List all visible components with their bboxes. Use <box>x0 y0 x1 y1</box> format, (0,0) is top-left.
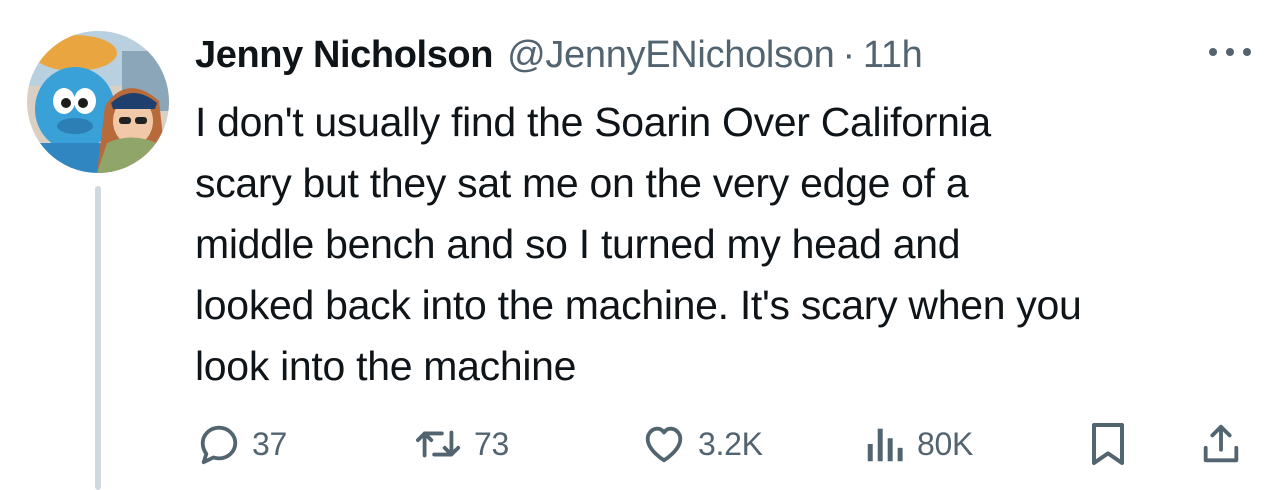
retweet-icon <box>415 430 461 458</box>
like-count: 3.2K <box>698 425 763 462</box>
views-button[interactable]: 80K <box>863 416 973 472</box>
tweet-text: I don't usually find the Soarin Over Cal… <box>195 99 1082 389</box>
share-icon <box>1203 424 1239 463</box>
author-name[interactable]: Jenny Nicholson <box>195 30 493 80</box>
bookmark-button[interactable] <box>1088 416 1128 472</box>
more-options-button[interactable] <box>1203 38 1257 66</box>
more-horizontal-icon <box>1209 48 1251 56</box>
heart-icon <box>645 426 683 463</box>
retweet-count: 73 <box>474 425 509 462</box>
share-button[interactable] <box>1198 416 1244 472</box>
reply-icon <box>200 425 238 465</box>
author-handle[interactable]: @JennyENicholson <box>507 30 835 80</box>
header-separator: · <box>842 34 855 76</box>
avatar-photo <box>27 31 169 173</box>
views-count: 80K <box>917 425 974 462</box>
tweet-timestamp[interactable]: 11h <box>863 30 923 80</box>
reply-button[interactable]: 37 <box>196 416 287 472</box>
bookmark-icon <box>1092 423 1124 465</box>
reply-count: 37 <box>252 425 287 462</box>
avatar[interactable] <box>27 31 169 173</box>
tweet-actions: 37 73 3.2K 80K <box>0 416 1284 472</box>
like-button[interactable]: 3.2K <box>640 416 763 472</box>
analytics-icon <box>867 428 903 462</box>
tweet-header: Jenny Nicholson @JennyENicholson · 11h <box>195 30 923 80</box>
retweet-button[interactable]: 73 <box>412 416 509 472</box>
